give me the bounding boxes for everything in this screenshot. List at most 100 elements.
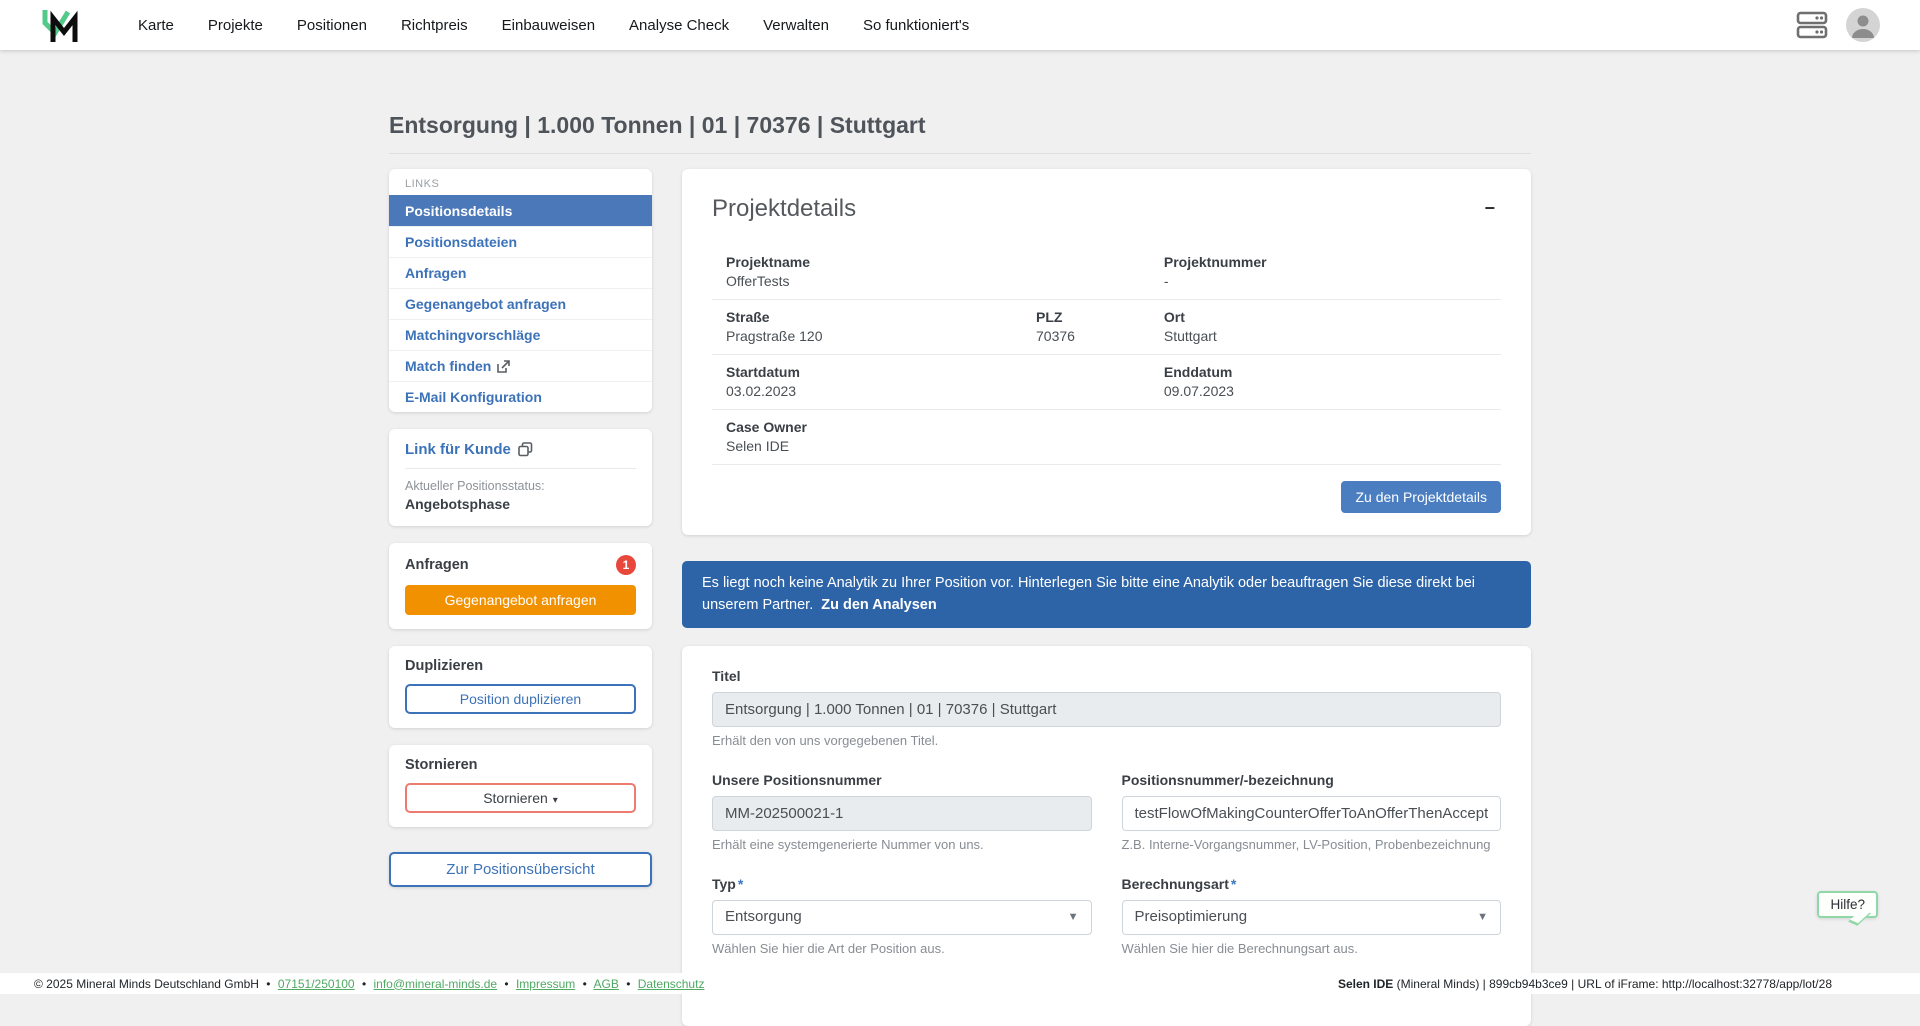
agb-link[interactable]: AGB (594, 977, 619, 991)
nav-item-so-funktionierts[interactable]: So funktioniert's (863, 17, 969, 34)
main-nav: Karte Projekte Positionen Richtpreis Ein… (138, 17, 969, 34)
plz-value: 70376 (1036, 328, 1075, 344)
typ-helper: Wählen Sie hier die Art der Position aus… (712, 940, 945, 956)
positionsnummer-bezeichnung-input[interactable] (1121, 795, 1501, 831)
hilfe-button[interactable]: Hilfe? (1817, 891, 1878, 918)
detail-row-datum: Startdatum 03.02.2023 Enddatum 09.07.202… (712, 355, 1501, 410)
projektdetails-card: Projektdetails − Projektname OfferTests … (682, 169, 1531, 535)
berechnungsart-helper: Wählen Sie hier die Berechnungsart aus. (1121, 940, 1358, 956)
banner-text: Es liegt noch keine Analytik zu Ihrer Po… (702, 575, 1475, 614)
titel-input[interactable] (712, 691, 1501, 727)
email-link[interactable]: info@mineral-minds.de (373, 977, 497, 991)
mineral-minds-logo-icon[interactable] (40, 6, 82, 44)
required-asterisk: * (737, 875, 744, 892)
required-asterisk: * (1230, 875, 1237, 892)
sidebar-item-matchingvorschlaege[interactable]: Matchingvorschläge (389, 319, 652, 350)
unsere-positionsnummer-helper: Erhält eine systemgenerierte Nummer von … (712, 836, 984, 852)
titel-label: Titel (712, 667, 741, 684)
nav-item-karte[interactable]: Karte (138, 17, 174, 34)
enddatum-value: 09.07.2023 (1163, 383, 1234, 399)
anfragen-card-title: Anfragen (405, 557, 469, 573)
zur-positionsuebersicht-button[interactable]: Zur Positionsübersicht (389, 852, 652, 887)
bezeichnung-field-group: Positionsnummer/-bezeichnung Z.B. Intern… (1121, 771, 1501, 852)
detail-row-projektname: Projektname OfferTests Projektnummer - (712, 245, 1501, 300)
sidebar-item-match-finden[interactable]: Match finden (389, 350, 652, 381)
unsere-positionsnummer-input[interactable] (712, 795, 1092, 831)
collapse-minus-icon[interactable]: − (1478, 195, 1501, 221)
plz-label: PLZ (1036, 309, 1063, 325)
strasse-value: Pragstraße 120 (726, 328, 823, 344)
server-stack-icon[interactable] (1796, 11, 1828, 39)
typ-label: Typ * (712, 875, 744, 892)
gegenangebot-anfragen-button[interactable]: Gegenangebot anfragen (405, 585, 636, 615)
footer-left: © 2025 Mineral Minds Deutschland GmbH • … (34, 977, 704, 991)
unsere-positionsnummer-label: Unsere Positionsnummer (712, 771, 882, 788)
impressum-link[interactable]: Impressum (516, 977, 575, 991)
sidebar-item-gegenangebot-anfragen[interactable]: Gegenangebot anfragen (389, 288, 652, 319)
projektname-value: OfferTests (726, 273, 790, 289)
page-header: Entsorgung | 1.000 Tonnen | 01 | 70376 |… (389, 112, 1531, 154)
footer-separator: • (504, 976, 509, 991)
berechnungsart-select[interactable]: Preisoptimierung ▼ (1121, 899, 1501, 935)
sidebar-item-label: Match finden (405, 358, 492, 374)
strasse-label: Straße (726, 309, 770, 325)
berechnungsart-select-value: Preisoptimierung (1134, 907, 1248, 925)
typ-select-value: Entsorgung (725, 907, 802, 925)
position-status-label: Aktueller Positionsstatus: (405, 479, 545, 493)
projektname-label: Projektname (726, 254, 811, 270)
nav-item-einbauweisen[interactable]: Einbauweisen (502, 17, 595, 34)
links-card: LINKS Positionsdetails Positionsdateien … (389, 169, 652, 412)
nav-item-richtpreis[interactable]: Richtpreis (401, 17, 468, 34)
footer-separator: • (361, 976, 367, 991)
sidebar: LINKS Positionsdetails Positionsdateien … (389, 169, 652, 1026)
case-owner-value: Selen IDE (726, 438, 790, 454)
chevron-down-icon: ▾ (552, 795, 558, 806)
nav-item-analyse-check[interactable]: Analyse Check (629, 17, 729, 34)
chevron-down-icon: ▼ (1477, 911, 1488, 924)
anfragen-count-badge: 1 (616, 555, 636, 575)
main-content: Projektdetails − Projektname OfferTests … (682, 169, 1531, 1026)
footer-separator: • (266, 976, 271, 991)
phone-link[interactable]: 07151/250100 (278, 977, 355, 991)
case-owner-label: Case Owner (726, 419, 807, 435)
footer-user-name: Selen IDE (1337, 976, 1394, 991)
position-status-value: Angebotsphase (405, 496, 511, 512)
page-title: Entsorgung | 1.000 Tonnen | 01 | 70376 |… (389, 112, 926, 138)
sidebar-item-anfragen[interactable]: Anfragen (389, 257, 652, 288)
link-fuer-kunde-link[interactable]: Link für Kunde (405, 441, 533, 468)
berechnungsart-field-group: Berechnungsart * Preisoptimierung ▼ Wähle… (1121, 875, 1501, 956)
user-avatar-icon[interactable] (1846, 8, 1880, 42)
nav-item-positionen[interactable]: Positionen (297, 17, 367, 34)
nav-item-projekte[interactable]: Projekte (208, 17, 263, 34)
nav-item-verwalten[interactable]: Verwalten (763, 17, 829, 34)
sidebar-item-email-konfiguration[interactable]: E-Mail Konfiguration (389, 381, 652, 412)
copy-icon (518, 442, 533, 457)
zu-den-analysen-link[interactable]: Zu den Analysen (821, 597, 936, 613)
kunde-card: Link für Kunde Aktueller Positionsstatus… (389, 429, 652, 526)
positionsnummer-bezeichnung-label: Positionsnummer/-bezeichnung (1121, 771, 1334, 788)
external-link-icon (497, 359, 511, 373)
stornieren-card: Stornieren Stornieren ▾ (389, 745, 652, 827)
detail-row-adresse: Straße Pragstraße 120 PLZ 70376 Ort Stut… (712, 300, 1501, 355)
titel-helper: Erhält den von uns vorgegebenen Titel. (712, 732, 939, 748)
typ-select[interactable]: Entsorgung ▼ (712, 899, 1092, 935)
startdatum-value: 03.02.2023 (726, 383, 797, 399)
chevron-down-icon: ▼ (1067, 911, 1079, 924)
position-duplizieren-button[interactable]: Position duplizieren (405, 684, 636, 714)
projektnummer-value: - (1163, 273, 1169, 289)
sidebar-item-positionsdetails[interactable]: Positionsdetails (389, 195, 652, 226)
duplizieren-card: Duplizieren Position duplizieren (389, 646, 652, 728)
sidebar-item-positionsdateien[interactable]: Positionsdateien (389, 226, 652, 257)
footer: © 2025 Mineral Minds Deutschland GmbH • … (0, 973, 1920, 994)
stornieren-dropdown-button[interactable]: Stornieren ▾ (405, 783, 636, 813)
top-navbar: Karte Projekte Positionen Richtpreis Ein… (0, 0, 1920, 50)
positionsnummer-field-group: Unsere Positionsnummer Erhält eine syste… (712, 772, 1092, 852)
datenschutz-link[interactable]: Datenschutz (638, 977, 705, 991)
stornieren-button-label: Stornieren (483, 790, 548, 806)
projektdetails-title: Projektdetails (712, 195, 857, 222)
startdatum-label: Startdatum (726, 364, 800, 380)
zu-den-projektdetails-button[interactable]: Zu den Projektdetails (1341, 481, 1501, 513)
duplizieren-card-title: Duplizieren (405, 658, 484, 674)
enddatum-label: Enddatum (1163, 364, 1233, 380)
footer-separator: • (626, 976, 631, 991)
